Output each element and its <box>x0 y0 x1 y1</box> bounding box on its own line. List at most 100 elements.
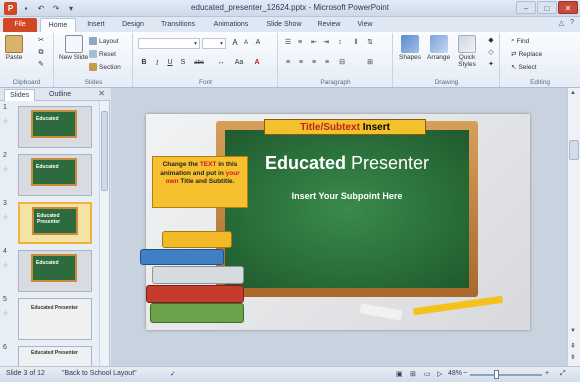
help-icon[interactable]: ? <box>570 19 574 27</box>
pane-scrollbar[interactable] <box>99 101 109 366</box>
cut-icon[interactable]: ✂ <box>36 36 46 46</box>
underline-button[interactable]: U <box>165 58 175 68</box>
close-button[interactable]: ✕ <box>558 1 578 14</box>
zoom-slider-handle[interactable] <box>494 370 499 379</box>
font-color-icon[interactable]: A <box>252 58 262 68</box>
normal-view-icon[interactable]: ▣ <box>396 370 403 378</box>
next-slide-icon[interactable]: ⇟ <box>570 353 576 361</box>
shadow-button[interactable]: S <box>178 58 188 68</box>
tab-view[interactable]: View <box>352 18 378 32</box>
slide-subtitle[interactable]: Insert Your Subpoint Here <box>225 191 469 201</box>
thumbnail-image: Educated Presenter <box>18 346 92 366</box>
zoom-out-icon[interactable]: − <box>463 370 467 377</box>
smartart-icon[interactable]: ⊞ <box>365 58 375 68</box>
editing-group: ⌕ Find ⇄ Replace ↖ Select Editing <box>501 33 579 87</box>
tab-file[interactable]: File <box>3 18 37 32</box>
arrange-button[interactable]: Arrange <box>427 35 450 61</box>
scroll-thumb[interactable] <box>569 140 579 160</box>
shape-fill-icon[interactable]: ◆ <box>486 36 496 46</box>
tab-transitions[interactable]: Transitions <box>155 18 201 32</box>
instruction-callout[interactable]: Change the TEXT in this animation and pu… <box>152 156 248 208</box>
shrink-font-icon[interactable]: A <box>241 38 251 48</box>
numbering-icon[interactable]: ≡ <box>295 38 305 48</box>
replace-icon: ⇄ <box>511 51 517 58</box>
chalkboard-frame: Educated Presenter Insert Your Subpoint … <box>216 119 478 297</box>
tab-slide-show[interactable]: Slide Show <box>262 18 306 32</box>
minimize-button[interactable]: – <box>516 1 536 14</box>
layout-button[interactable]: Layout <box>89 36 119 46</box>
close-icon[interactable]: ✕ <box>98 89 105 98</box>
ribbon-controls: △ ? <box>559 19 574 27</box>
columns-layout-icon[interactable]: ⊟ <box>337 58 347 68</box>
slide-thumbnail-1[interactable]: 1 ☆ Educated <box>0 104 100 150</box>
reading-view-icon[interactable]: ▭ <box>424 370 431 378</box>
quick-styles-button[interactable]: Quick Styles <box>455 35 479 68</box>
line-spacing-icon[interactable]: ↕ <box>335 38 345 48</box>
character-spacing-icon[interactable]: ↔ <box>214 58 228 68</box>
tab-review[interactable]: Review <box>313 18 345 32</box>
text-direction-icon[interactable]: ⇅ <box>365 38 375 48</box>
columns-icon[interactable]: ⫴ <box>351 38 361 48</box>
italic-button[interactable]: I <box>152 58 162 68</box>
find-button[interactable]: ⌕ Find <box>511 36 529 46</box>
spellcheck-icon[interactable]: ✓ <box>170 370 176 378</box>
reset-button[interactable]: Reset <box>89 49 116 59</box>
slide-thumbnail-3[interactable]: 3 ☆ Educated Presenter <box>0 200 100 246</box>
align-center-icon[interactable]: ≡ <box>296 58 306 68</box>
select-button[interactable]: ↖ Select <box>511 62 537 72</box>
copy-icon[interactable]: ⧉ <box>36 48 46 58</box>
slide-thumbnail-5[interactable]: 5 ☆ Educated Presenter <box>0 296 100 342</box>
grow-font-icon[interactable]: A <box>230 38 240 48</box>
new-slide-button[interactable]: New Slide <box>59 35 88 61</box>
align-right-icon[interactable]: ≡ <box>309 58 319 68</box>
tab-outline[interactable]: Outline <box>44 89 76 101</box>
tab-home[interactable]: Home <box>40 18 76 32</box>
font-size-dropdown[interactable]: ▼ <box>202 38 226 49</box>
font-family-dropdown[interactable]: ▼ <box>138 38 200 49</box>
slide-thumbnail-2[interactable]: 2 ☆ Educated <box>0 152 100 198</box>
bold-button[interactable]: B <box>139 58 149 68</box>
zoom-slider[interactable] <box>470 374 542 376</box>
vertical-scrollbar[interactable]: ▲ ▼ ⇞ ⇟ <box>567 88 580 366</box>
tab-insert[interactable]: Insert <box>80 18 112 32</box>
section-button[interactable]: Section <box>89 62 121 72</box>
fit-to-window-icon[interactable]: ⤢ <box>560 370 566 378</box>
zoom-in-icon[interactable]: + <box>545 370 549 377</box>
increase-indent-icon[interactable]: ⇥ <box>321 38 331 48</box>
strikethrough-button[interactable]: abc <box>191 58 207 68</box>
font-group: ▼ ▼ A A A B I U S abc ↔ Aa A Font <box>134 33 278 87</box>
decrease-indent-icon[interactable]: ⇤ <box>309 38 319 48</box>
pane-scroll-thumb[interactable] <box>101 111 108 191</box>
slide-thumbnail-6[interactable]: 6 Educated Presenter <box>0 344 100 366</box>
zoom-level[interactable]: 48% <box>448 370 462 377</box>
banner-text-black: Insert <box>362 122 390 133</box>
thumb-board: Educated Presenter <box>32 207 78 235</box>
scroll-down-icon[interactable]: ▼ <box>570 328 576 334</box>
scroll-up-icon[interactable]: ▲ <box>570 90 576 96</box>
animation-star-icon: ☆ <box>3 167 9 173</box>
prev-slide-icon[interactable]: ⇞ <box>570 342 576 350</box>
align-left-icon[interactable]: ≡ <box>283 58 293 68</box>
shape-outline-icon[interactable]: ◇ <box>486 48 496 58</box>
maximize-button[interactable]: □ <box>537 1 557 14</box>
paste-button[interactable]: Paste <box>5 35 23 61</box>
bullets-icon[interactable]: ☰ <box>283 38 293 48</box>
slide-headline[interactable]: Educated Presenter <box>225 152 469 174</box>
slide-sorter-icon[interactable]: ⊞ <box>410 370 416 378</box>
tab-slides[interactable]: Slides <box>4 89 36 101</box>
justify-icon[interactable]: ≡ <box>322 58 332 68</box>
slideshow-icon[interactable]: ▷ <box>437 370 442 378</box>
format-painter-icon[interactable]: ✎ <box>36 60 46 70</box>
shape-effects-icon[interactable]: ✦ <box>486 60 496 70</box>
tab-design[interactable]: Design <box>117 18 149 32</box>
tab-animations[interactable]: Animations <box>208 18 254 32</box>
minimize-ribbon-icon[interactable]: △ <box>559 19 564 27</box>
replace-button[interactable]: ⇄ Replace <box>511 49 542 59</box>
animation-star-icon: ☆ <box>3 215 9 221</box>
paragraph-label: Paragraph <box>320 79 351 86</box>
change-case-button[interactable]: Aa <box>232 58 246 68</box>
clear-format-icon[interactable]: A <box>253 38 263 48</box>
shapes-button[interactable]: Shapes <box>399 35 421 61</box>
current-slide[interactable]: Educated Presenter Insert Your Subpoint … <box>140 114 530 330</box>
slide-thumbnail-4[interactable]: 4 ☆ Educated <box>0 248 100 294</box>
